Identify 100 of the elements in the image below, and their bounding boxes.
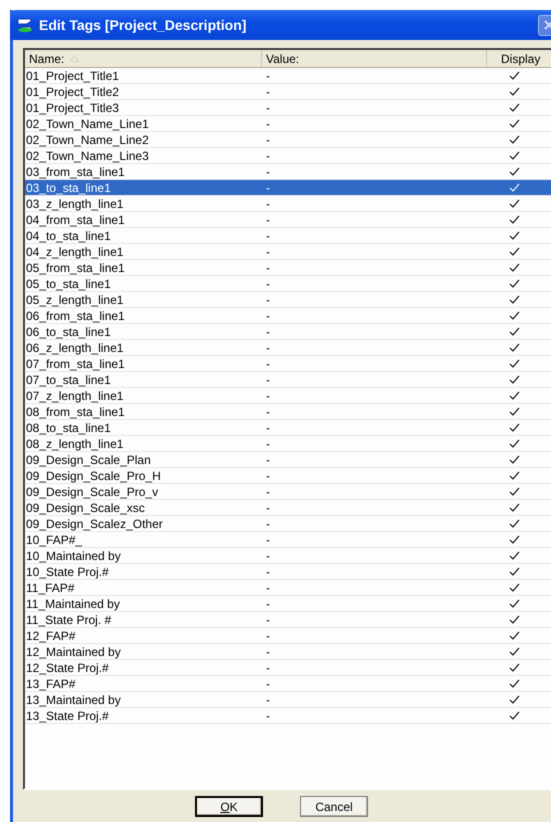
tag-value-cell-text: - (265, 628, 271, 642)
tag-row[interactable]: 11_FAP# - (25, 580, 551, 596)
tag-name-cell-text: 12_Maintained by (25, 644, 122, 658)
checkmark-icon[interactable] (509, 583, 520, 592)
tag-row[interactable]: 02_Town_Name_Line3 - (25, 148, 551, 164)
tag-row[interactable]: 10_FAP#_ - (25, 532, 551, 548)
checkmark-icon[interactable] (509, 167, 520, 176)
checkmark-icon[interactable] (509, 311, 520, 320)
checkmark-icon[interactable] (509, 471, 520, 480)
tag-row[interactable]: 07_z_length_line1 - (25, 388, 551, 404)
checkmark-icon[interactable] (509, 103, 520, 112)
checkmark-icon[interactable] (509, 151, 520, 160)
tag-value-cell-text: - (265, 516, 271, 530)
checkmark-icon[interactable] (509, 407, 520, 416)
tag-value-cell-text: - (265, 548, 271, 562)
checkmark-icon[interactable] (509, 375, 520, 384)
checkmark-icon[interactable] (509, 279, 520, 288)
tag-row[interactable]: 13_Maintained by - (25, 692, 551, 708)
tag-row[interactable]: 07_to_sta_line1 - (25, 372, 551, 388)
checkmark-icon[interactable] (509, 343, 520, 352)
checkmark-icon[interactable] (509, 439, 520, 448)
column-header[interactable]: Value: (262, 50, 487, 67)
checkmark-icon[interactable] (509, 327, 520, 336)
checkmark-icon[interactable] (509, 71, 520, 80)
tag-row[interactable]: 03_to_sta_line1 - (25, 180, 551, 196)
tag-row[interactable]: 04_z_length_line1 - (25, 244, 551, 260)
tag-value-cell-text: - (265, 484, 271, 498)
tag-row[interactable]: 12_State Proj.# - (25, 660, 551, 676)
checkmark-icon[interactable] (509, 599, 520, 608)
tag-row[interactable]: 09_Design_Scale_Plan - (25, 452, 551, 468)
tag-row[interactable]: 13_FAP# - (25, 676, 551, 692)
checkmark-icon[interactable] (509, 247, 520, 256)
checkmark-icon[interactable] (509, 695, 520, 704)
column-header[interactable]: Name: (25, 50, 262, 67)
tag-row[interactable]: 09_Design_Scalez_Other - (25, 516, 551, 532)
tag-row[interactable]: 01_Project_Title1 - (25, 68, 551, 84)
checkmark-icon[interactable] (509, 87, 520, 96)
tag-row[interactable]: 10_Maintained by - (25, 548, 551, 564)
checkmark-icon[interactable] (509, 487, 520, 496)
tag-row[interactable]: 12_FAP# - (25, 628, 551, 644)
checkmark-icon[interactable] (509, 215, 520, 224)
tag-row[interactable]: 05_from_sta_line1 - (25, 260, 551, 276)
checkmark-icon[interactable] (509, 679, 520, 688)
tag-value-cell-text: - (265, 452, 271, 466)
checkmark-icon[interactable] (509, 263, 520, 272)
tag-row[interactable]: 10_State Proj.# - (25, 564, 551, 580)
checkmark-icon[interactable] (509, 135, 520, 144)
tag-row[interactable]: 12_Maintained by - (25, 644, 551, 660)
tag-value-cell-text: - (265, 164, 271, 178)
tag-row[interactable]: 09_Design_Scale_xsc - (25, 500, 551, 516)
tag-row[interactable]: 01_Project_Title3 - (25, 100, 551, 116)
tag-row[interactable]: 11_State Proj. # - (25, 612, 551, 628)
checkmark-icon[interactable] (509, 231, 520, 240)
checkmark-icon[interactable] (509, 567, 520, 576)
checkmark-icon[interactable] (509, 423, 520, 432)
tag-row[interactable]: 03_z_length_line1 - (25, 196, 551, 212)
checkmark-icon[interactable] (509, 455, 520, 464)
tag-value-cell-text: - (265, 356, 271, 370)
checkmark-icon[interactable] (509, 535, 520, 544)
checkmark-icon[interactable] (509, 551, 520, 560)
tag-name-cell-text: 03_z_length_line1 (25, 196, 124, 210)
tag-row[interactable]: 01_Project_Title2 - (25, 84, 551, 100)
tag-name-cell-text: 08_z_length_line1 (25, 436, 124, 450)
tag-value-cell-text: - (265, 292, 271, 306)
tag-row[interactable]: 04_from_sta_line1 - (25, 212, 551, 228)
tag-row[interactable]: 08_from_sta_line1 - (25, 404, 551, 420)
checkmark-icon[interactable] (509, 647, 520, 656)
tag-row[interactable]: 06_from_sta_line1 - (25, 308, 551, 324)
tag-row[interactable]: 09_Design_Scale_Pro_v - (25, 484, 551, 500)
checkmark-icon[interactable] (509, 631, 520, 640)
tag-row[interactable]: 05_to_sta_line1 - (25, 276, 551, 292)
tag-name-cell-text: 05_z_length_line1 (25, 292, 124, 306)
checkmark-icon[interactable] (509, 359, 520, 368)
checkmark-icon[interactable] (509, 663, 520, 672)
tag-row[interactable]: 08_to_sta_line1 - (25, 420, 551, 436)
checkmark-icon[interactable] (509, 119, 520, 128)
tag-row[interactable]: 06_z_length_line1 - (25, 340, 551, 356)
tag-row[interactable]: 13_State Proj.# - (25, 708, 551, 724)
column-header[interactable]: Display (487, 50, 551, 67)
tag-name-cell-text: 01_Project_Title3 (25, 100, 120, 114)
checkmark-icon[interactable] (509, 519, 520, 528)
dialog-button[interactable]: Cancel (300, 796, 368, 817)
tag-row[interactable]: 05_z_length_line1 - (25, 292, 551, 308)
checkmark-icon[interactable] (509, 711, 520, 720)
checkmark-icon[interactable] (509, 503, 520, 512)
checkmark-icon[interactable] (509, 615, 520, 624)
tag-row[interactable]: 11_Maintained by - (25, 596, 551, 612)
checkmark-icon[interactable] (509, 391, 520, 400)
tag-row[interactable]: 08_z_length_line1 - (25, 436, 551, 452)
tag-row[interactable]: 07_from_sta_line1 - (25, 356, 551, 372)
tag-row[interactable]: 04_to_sta_line1 - (25, 228, 551, 244)
dialog-button[interactable]: OK (195, 796, 263, 817)
tag-value-cell-text: - (265, 564, 271, 578)
checkmark-icon[interactable] (509, 295, 520, 304)
tag-row[interactable]: 06_to_sta_line1 - (25, 324, 551, 340)
checkmark-icon[interactable] (509, 199, 520, 208)
tag-row[interactable]: 09_Design_Scale_Pro_H - (25, 468, 551, 484)
tag-row[interactable]: 02_Town_Name_Line2 - (25, 132, 551, 148)
tag-row[interactable]: 02_Town_Name_Line1 - (25, 116, 551, 132)
tag-name-cell-text: 06_from_sta_line1 (25, 308, 126, 322)
